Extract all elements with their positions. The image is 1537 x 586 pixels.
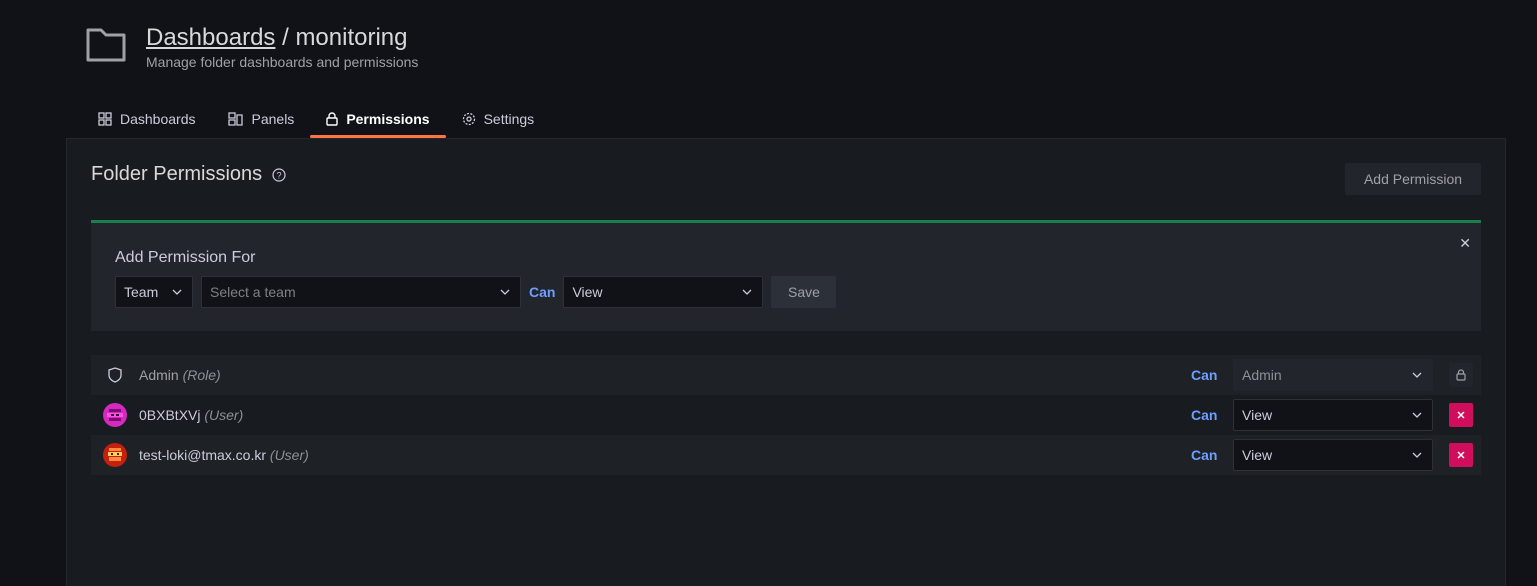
- permission-kind: (User): [204, 407, 244, 423]
- role-avatar: [91, 367, 139, 383]
- tab-panels[interactable]: Panels: [212, 100, 311, 138]
- locked-permission-indicator: [1449, 363, 1473, 387]
- can-label: Can: [1191, 367, 1218, 383]
- permission-kind: (User): [269, 447, 309, 463]
- close-icon[interactable]: ✕: [1459, 235, 1471, 252]
- svg-text:?: ?: [277, 170, 282, 180]
- team-picker-select[interactable]: Select a team: [201, 276, 521, 308]
- can-label: Can: [1191, 407, 1218, 423]
- folder-tabs: Dashboards Panels Permissions Settings: [82, 100, 550, 138]
- can-label: Can: [529, 284, 556, 300]
- permission-level-select: Admin: [1233, 359, 1433, 391]
- chevron-down-icon: [500, 289, 510, 295]
- select-value: View: [572, 284, 603, 300]
- shield-icon: [108, 367, 122, 383]
- folder-name: monitoring: [295, 24, 408, 51]
- permission-level-select[interactable]: View: [1233, 399, 1433, 431]
- cog-icon: [462, 112, 475, 126]
- panel-title: Folder Permissions ?: [91, 163, 286, 186]
- add-permission-button[interactable]: Add Permission: [1345, 163, 1481, 195]
- permission-name-text: Admin: [139, 367, 179, 383]
- user-avatar-image: [103, 403, 127, 427]
- user-avatar: [91, 443, 139, 467]
- tab-label: Permissions: [346, 111, 430, 127]
- permission-name: test-loki@tmax.co.kr (User): [139, 447, 309, 463]
- permission-row: 0BXBtXVj (User) Can View: [91, 395, 1481, 435]
- breadcrumb-dashboards-link[interactable]: Dashboards: [146, 24, 275, 51]
- tab-settings[interactable]: Settings: [446, 100, 551, 138]
- permission-name: Admin (Role): [139, 367, 221, 383]
- permission-name: 0BXBtXVj (User): [139, 407, 243, 423]
- question-circle-icon[interactable]: ?: [272, 167, 286, 182]
- permission-level-select[interactable]: View: [563, 276, 764, 308]
- page-header: Dashboards / monitoring Manage folder da…: [84, 22, 418, 70]
- permission-name-text: 0BXBtXVj: [139, 407, 201, 423]
- chevron-down-icon: [1412, 372, 1422, 378]
- tab-dashboards[interactable]: Dashboards: [82, 100, 212, 138]
- add-permission-row: Team Select a team Can View Save: [115, 276, 837, 308]
- folder-icon: [86, 28, 126, 62]
- close-icon: [1457, 411, 1465, 419]
- save-button[interactable]: Save: [771, 276, 837, 308]
- remove-permission-button[interactable]: [1449, 403, 1473, 427]
- apps-icon: [98, 112, 112, 126]
- add-permission-for-label: Add Permission For: [115, 249, 256, 266]
- folder-permissions-heading: Folder Permissions: [91, 163, 263, 185]
- add-permission-form: ✕ Add Permission For Team Select a team …: [91, 220, 1481, 331]
- chevron-down-icon: [1412, 412, 1422, 418]
- close-icon: [1457, 451, 1465, 459]
- tab-permissions[interactable]: Permissions: [310, 100, 446, 138]
- permission-target-type-select[interactable]: Team: [115, 276, 193, 308]
- lock-icon: [1456, 369, 1466, 381]
- chevron-down-icon: [742, 289, 752, 295]
- library-panel-icon: [227, 112, 243, 126]
- tab-label: Panels: [251, 111, 295, 127]
- permission-list: Admin (Role) Can Admin 0BXBtXVj (User) C…: [91, 355, 1481, 475]
- can-label: Can: [1191, 447, 1218, 463]
- select-placeholder: Select a team: [210, 284, 296, 300]
- chevron-down-icon: [1412, 452, 1422, 458]
- permission-name-text: test-loki@tmax.co.kr: [139, 447, 267, 463]
- user-avatar-image: [103, 443, 127, 467]
- breadcrumb-separator: /: [282, 24, 289, 51]
- select-value: Team: [124, 284, 159, 300]
- remove-permission-button[interactable]: [1449, 443, 1473, 467]
- select-value: Admin: [1242, 367, 1282, 383]
- select-value: View: [1242, 407, 1273, 423]
- chevron-down-icon: [172, 289, 182, 295]
- permission-kind: (Role): [182, 367, 221, 383]
- page-subtitle: Manage folder dashboards and permissions: [146, 54, 419, 70]
- user-avatar: [91, 403, 139, 427]
- permission-level-select[interactable]: View: [1233, 439, 1433, 471]
- lock-icon: [326, 112, 339, 126]
- permission-row: test-loki@tmax.co.kr (User) Can View: [91, 435, 1481, 475]
- page-title: Dashboards / monitoring: [146, 22, 418, 54]
- permission-row: Admin (Role) Can Admin: [91, 355, 1481, 395]
- tab-label: Settings: [483, 111, 535, 127]
- permissions-panel: Folder Permissions ? Add Permission ✕ Ad…: [66, 138, 1506, 586]
- select-value: View: [1242, 447, 1273, 463]
- tab-label: Dashboards: [120, 111, 196, 127]
